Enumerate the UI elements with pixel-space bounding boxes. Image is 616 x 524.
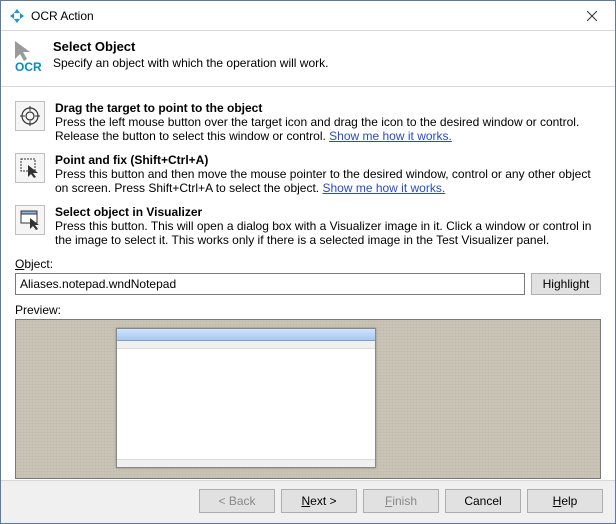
- preview-window-titlebar: [117, 329, 375, 341]
- next-button[interactable]: Next >: [281, 489, 357, 513]
- method-visualizer-title: Select object in Visualizer: [55, 205, 601, 219]
- footer: < Back Next > Finish Cancel Help: [1, 480, 615, 523]
- close-button[interactable]: [569, 1, 615, 31]
- method-visualizer: Select object in Visualizer Press this b…: [15, 205, 601, 247]
- method-drag-title: Drag the target to point to the object: [55, 101, 601, 115]
- method-pointfix: Point and fix (Shift+Ctrl+A) Press this …: [15, 153, 601, 195]
- object-section: Object: Highlight: [15, 257, 601, 295]
- drag-target-icon[interactable]: [15, 101, 45, 131]
- window-title: OCR Action: [31, 9, 94, 23]
- ocr-cursor-icon: OCR: [13, 39, 45, 76]
- preview-window-statusbar: [117, 459, 375, 467]
- page-subtitle: Specify an object with which the operati…: [53, 54, 328, 70]
- content: Drag the target to point to the object P…: [1, 87, 615, 487]
- back-button[interactable]: < Back: [199, 489, 275, 513]
- method-drag: Drag the target to point to the object P…: [15, 101, 601, 143]
- method-drag-link[interactable]: Show me how it works.: [329, 129, 452, 143]
- preview-label: Preview:: [15, 303, 601, 317]
- finish-button[interactable]: Finish: [363, 489, 439, 513]
- help-button[interactable]: Help: [527, 489, 603, 513]
- method-drag-desc-text: Press the left mouse button over the tar…: [55, 115, 579, 143]
- method-visualizer-desc: Press this button. This will open a dial…: [55, 219, 601, 247]
- titlebar: OCR Action: [1, 1, 615, 31]
- header: OCR Select Object Specify an object with…: [1, 31, 615, 87]
- app-icon: [9, 8, 25, 24]
- svg-text:OCR: OCR: [15, 60, 42, 73]
- preview-area: [15, 319, 601, 479]
- preview-window-menubar: [117, 341, 375, 349]
- preview-window: [116, 328, 376, 468]
- highlight-button[interactable]: Highlight: [531, 273, 601, 295]
- page-title: Select Object: [53, 39, 328, 54]
- point-cursor-icon[interactable]: [15, 153, 45, 183]
- method-pointfix-link[interactable]: Show me how it works.: [322, 181, 445, 195]
- visualizer-icon[interactable]: [15, 205, 45, 235]
- method-pointfix-title: Point and fix (Shift+Ctrl+A): [55, 153, 601, 167]
- object-label: Object:: [15, 257, 601, 271]
- method-drag-desc: Press the left mouse button over the tar…: [55, 115, 601, 143]
- object-input[interactable]: [15, 273, 525, 295]
- cancel-button[interactable]: Cancel: [445, 489, 521, 513]
- method-pointfix-desc: Press this button and then move the mous…: [55, 167, 601, 195]
